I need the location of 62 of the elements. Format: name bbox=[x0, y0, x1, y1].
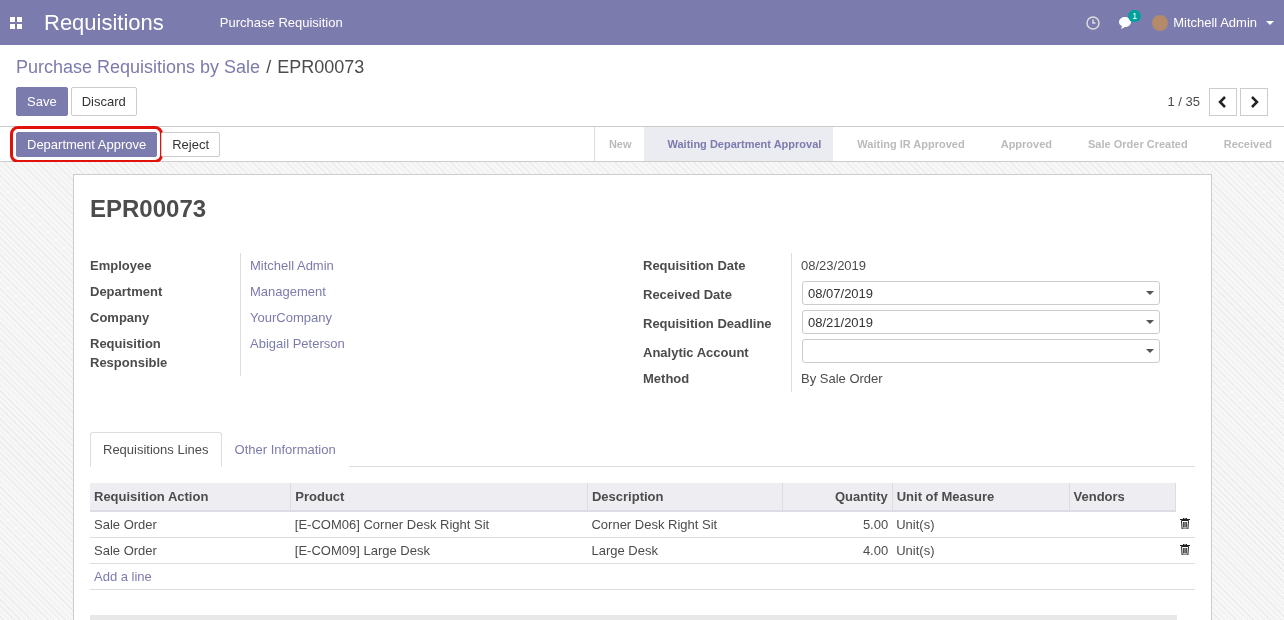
field-label: Analytic Account bbox=[643, 337, 792, 366]
breadcrumb-separator: / bbox=[266, 57, 272, 78]
column-header[interactable]: Description bbox=[587, 483, 783, 511]
discard-button[interactable]: Discard bbox=[70, 87, 137, 116]
message-count-badge: 1 bbox=[1128, 9, 1142, 22]
next-button[interactable] bbox=[1240, 87, 1268, 116]
chevron-left-icon bbox=[1218, 95, 1228, 108]
save-button[interactable]: Save bbox=[16, 87, 68, 116]
field-label: Requisition Responsible bbox=[90, 331, 241, 376]
pager-counter: 1 / 35 bbox=[1167, 94, 1200, 109]
table-cell: Sale Order bbox=[90, 537, 291, 564]
trash-icon[interactable] bbox=[1179, 517, 1190, 529]
status-stage[interactable]: Waiting Department Approval bbox=[643, 127, 834, 161]
field-link[interactable]: Management bbox=[241, 279, 643, 305]
add-line-link[interactable]: Add a line bbox=[94, 569, 152, 584]
field-link[interactable]: Abigail Peterson bbox=[241, 331, 643, 376]
caret-icon bbox=[1146, 291, 1154, 295]
table-cell: 4.00 bbox=[782, 537, 893, 564]
dropdown-field[interactable]: 08/21/2019 bbox=[802, 310, 1160, 334]
caret-icon bbox=[1146, 349, 1154, 353]
table-cell: Unit(s) bbox=[892, 537, 1070, 564]
user-menu[interactable]: Mitchell Admin bbox=[1152, 14, 1274, 31]
table-cell: Unit(s) bbox=[892, 511, 1070, 538]
dropdown-field[interactable]: 08/07/2019 bbox=[802, 281, 1160, 305]
previous-button[interactable] bbox=[1209, 87, 1237, 116]
table-cell: Corner Desk Right Sit bbox=[587, 511, 783, 538]
column-header[interactable]: Vendors bbox=[1069, 483, 1176, 511]
field-label: Employee bbox=[90, 253, 241, 279]
menu-item[interactable]: Purchase Requisition bbox=[219, 15, 343, 30]
caret-icon bbox=[1266, 20, 1274, 25]
column-header[interactable]: Requisition Action bbox=[90, 483, 291, 511]
breadcrumb-link[interactable]: Purchase Requisitions by Sale bbox=[16, 57, 261, 78]
field-label: Department bbox=[90, 279, 241, 305]
field-value: By Sale Order bbox=[800, 370, 884, 388]
table-cell: 5.00 bbox=[782, 511, 893, 538]
field-link[interactable]: YourCompany bbox=[241, 305, 643, 331]
app-title: Requisitions bbox=[44, 9, 164, 36]
trash-icon[interactable] bbox=[1179, 544, 1190, 555]
breadcrumb-current: EPR00073 bbox=[277, 57, 365, 78]
table-cell: [E-COM06] Corner Desk Right Sit bbox=[290, 511, 588, 538]
chevron-right-icon bbox=[1249, 95, 1259, 108]
table-cell: Sale Order bbox=[90, 511, 291, 538]
apps-menu-icon[interactable] bbox=[10, 16, 22, 29]
column-header[interactable]: Quantity bbox=[782, 483, 893, 511]
table-cell: [E-COM09] Large Desk bbox=[290, 537, 588, 564]
reject-button[interactable]: Reject bbox=[161, 131, 221, 157]
column-header[interactable]: Product bbox=[290, 483, 588, 511]
column-header[interactable]: Unit of Measure bbox=[892, 483, 1070, 511]
field-label: Company bbox=[90, 305, 241, 331]
dropdown-field[interactable] bbox=[802, 339, 1160, 363]
field-label: Method bbox=[643, 366, 792, 392]
record-title: EPR00073 bbox=[90, 195, 208, 223]
field-label: Requisition Date bbox=[643, 253, 792, 279]
tab[interactable]: Requisitions Lines bbox=[90, 432, 222, 467]
field-link[interactable]: Mitchell Admin bbox=[241, 253, 643, 279]
field-label: Requisition Deadline bbox=[643, 308, 792, 337]
avatar-icon bbox=[1152, 14, 1169, 31]
table-cell: Large Desk bbox=[587, 537, 783, 564]
field-label: Received Date bbox=[643, 279, 792, 308]
clock-icon[interactable] bbox=[1086, 15, 1101, 30]
caret-icon bbox=[1146, 320, 1154, 324]
field-value: 08/23/2019 bbox=[800, 257, 868, 275]
